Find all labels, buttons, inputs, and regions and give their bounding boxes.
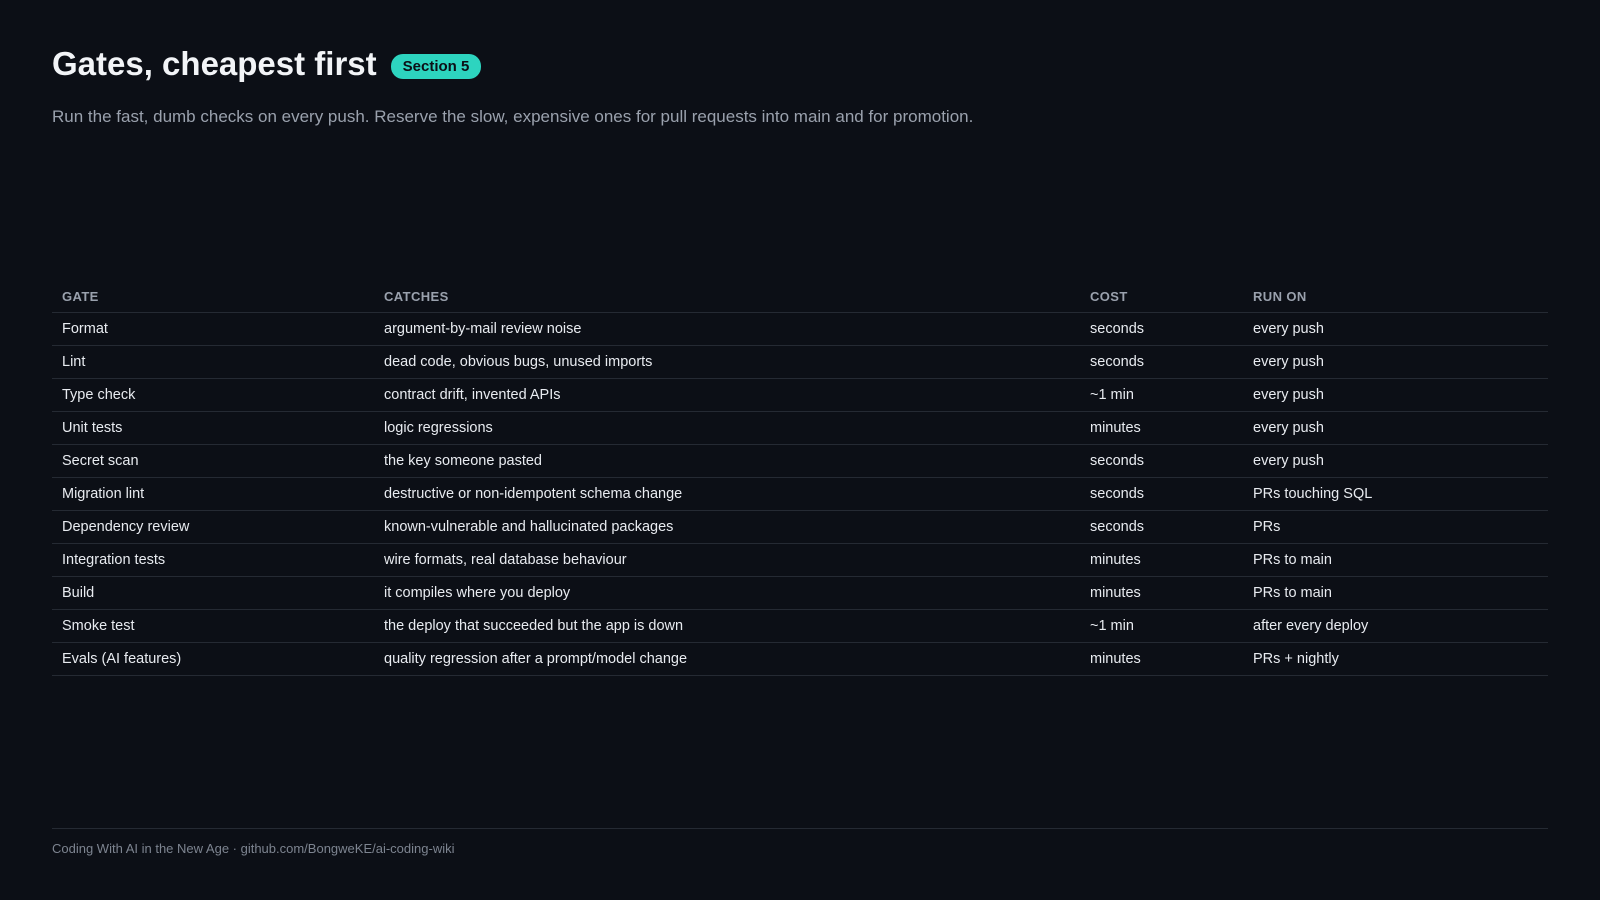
column-header-catches: CATCHES [374,280,1080,313]
gate-cell: Format [52,312,374,346]
table-header-row: GATE CATCHES COST RUN ON [52,280,1548,313]
cost-cell: seconds [1080,345,1243,379]
table-row: Unit tests logic regressions minutes every … [52,411,1548,445]
table-row: Integration tests wire formats, real data… [52,543,1548,577]
catches-cell: the deploy that succeeded but the app is… [374,609,1080,643]
gate-cell: Build [52,576,374,610]
gate-cell: Integration tests [52,543,374,577]
run-on-cell: PRs to main [1243,543,1548,577]
column-header-cost: COST [1080,280,1243,313]
catches-cell: contract drift, invented APIs [374,378,1080,412]
catches-cell: dead code, obvious bugs, unused imports [374,345,1080,379]
catches-cell: destructive or non-idempotent schema cha… [374,477,1080,511]
column-header-gate: GATE [52,280,374,313]
table-row: Dependency review known-vulnerable and ha… [52,510,1548,544]
header: Gates, cheapest first Section 5 [52,44,482,84]
table-row: Secret scan the key someone pasted seconds… [52,444,1548,478]
run-on-cell: PRs [1243,510,1548,544]
run-on-cell: after every deploy [1243,609,1548,643]
gate-cell: Smoke test [52,609,374,643]
run-on-cell: PRs + nightly [1243,642,1548,676]
gates-table: GATE CATCHES COST RUN ON Format argument-… [52,280,1548,676]
page-title: Gates, cheapest first [52,45,377,82]
slide: Gates, cheapest first Section 5 Run the … [52,0,1548,900]
run-on-cell: PRs touching SQL [1243,477,1548,511]
gate-cell: Secret scan [52,444,374,478]
cost-cell: ~1 min [1080,609,1243,643]
run-on-cell: every push [1243,345,1548,379]
subtitle: Run the fast, dumb checks on every push.… [52,107,974,126]
catches-cell: argument-by-mail review noise [374,312,1080,346]
table-row: Migration lint destructive or non-idempot… [52,477,1548,511]
table-body: Format argument-by-mail review noise secon… [52,312,1548,676]
cost-cell: seconds [1080,444,1243,478]
cost-cell: ~1 min [1080,378,1243,412]
section-badge: Section 5 [390,53,482,79]
cost-cell: seconds [1080,477,1243,511]
table-row: Smoke test the deploy that succeeded but … [52,609,1548,643]
table-row: Evals (AI features) quality regression af… [52,642,1548,676]
catches-cell: quality regression after a prompt/model … [374,642,1080,676]
cost-cell: seconds [1080,510,1243,544]
catches-cell: the key someone pasted [374,444,1080,478]
run-on-cell: PRs to main [1243,576,1548,610]
column-header-run-on: RUN ON [1243,280,1548,313]
cost-cell: minutes [1080,411,1243,445]
table-row: Build it compiles where you deploy minutes… [52,576,1548,610]
run-on-cell: every push [1243,312,1548,346]
gate-cell: Lint [52,345,374,379]
gate-cell: Type check [52,378,374,412]
run-on-cell: every push [1243,411,1548,445]
cost-cell: seconds [1080,312,1243,346]
footer: Coding With AI in the New Age · github.c… [52,828,1548,856]
table-row: Lint dead code, obvious bugs, unused impo… [52,345,1548,379]
run-on-cell: every push [1243,444,1548,478]
catches-cell: known-vulnerable and hallucinated packag… [374,510,1080,544]
gate-cell: Migration lint [52,477,374,511]
catches-cell: wire formats, real database behaviour [374,543,1080,577]
gate-cell: Dependency review [52,510,374,544]
cost-cell: minutes [1080,543,1243,577]
gate-cell: Unit tests [52,411,374,445]
catches-cell: logic regressions [374,411,1080,445]
table-row: Type check contract drift, invented APIs ~… [52,378,1548,412]
gate-cell: Evals (AI features) [52,642,374,676]
catches-cell: it compiles where you deploy [374,576,1080,610]
cost-cell: minutes [1080,576,1243,610]
run-on-cell: every push [1243,378,1548,412]
table-row: Format argument-by-mail review noise secon… [52,312,1548,346]
cost-cell: minutes [1080,642,1243,676]
